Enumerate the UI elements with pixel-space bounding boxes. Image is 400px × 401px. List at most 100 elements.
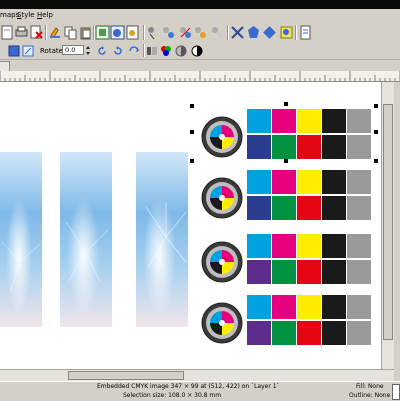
outline-indicator[interactable]: Outline: None [349, 392, 390, 399]
dandelion-image-strip[interactable] [136, 152, 188, 327]
status-message: Embedded CMYK image 347 × 99 at (512, 42… [97, 383, 280, 390]
paste-icon[interactable] [78, 25, 93, 40]
color-swatches [247, 295, 372, 347]
grayscale-icon[interactable] [175, 45, 187, 57]
contrast-icon[interactable] [191, 45, 203, 57]
yellow-swatch [297, 295, 321, 319]
green-swatch [272, 321, 296, 345]
deselect-icon[interactable] [22, 45, 34, 57]
vertical-scrollbar[interactable] [381, 82, 395, 369]
flip-horizontal-icon[interactable] [128, 45, 140, 57]
magenta-swatch [272, 295, 296, 319]
select-original-icon[interactable] [193, 25, 208, 40]
import-icon[interactable] [48, 25, 63, 40]
document-tab-row [0, 60, 400, 72]
black-swatch [322, 321, 346, 345]
delete-icon[interactable] [29, 25, 44, 40]
black-swatch [322, 260, 346, 284]
dandelion-image-strip[interactable] [60, 152, 112, 327]
gray-swatch [347, 295, 371, 319]
cmyk-logo-icon [201, 302, 243, 344]
fill-stroke-icon[interactable] [246, 25, 261, 40]
purple-swatch [247, 321, 271, 345]
yellow-swatch [297, 234, 321, 258]
document-properties-icon[interactable] [298, 25, 313, 40]
selection-handle[interactable] [284, 102, 288, 106]
copy-icon[interactable] [63, 25, 78, 40]
blue-swatch [247, 196, 271, 220]
cyan-swatch [247, 109, 271, 133]
horizontal-ruler [0, 71, 400, 82]
selection-size-text: Selection size: 108.0 × 30.8 mm [123, 392, 222, 399]
menu-item-help[interactable]: Help [37, 11, 53, 19]
fill-indicator[interactable]: Fill: None [356, 383, 384, 390]
xml-editor-icon[interactable] [279, 25, 294, 40]
style-swatch[interactable] [392, 384, 400, 400]
green-swatch [272, 135, 296, 159]
cmyk-logo-icon [201, 241, 243, 283]
rotate-ccw-icon[interactable] [96, 45, 108, 57]
cyan-swatch [247, 170, 271, 194]
rotate-cw-icon[interactable] [112, 45, 124, 57]
yellow-swatch [297, 170, 321, 194]
cmyk-test-image[interactable] [200, 295, 372, 347]
cyan-swatch [247, 295, 271, 319]
gray-swatch [347, 135, 371, 159]
blue-swatch [247, 135, 271, 159]
zoom-selection-icon[interactable] [95, 25, 110, 40]
new-document-icon[interactable] [0, 25, 15, 40]
selection-handle[interactable] [190, 104, 194, 108]
fill-color-icon[interactable] [160, 45, 172, 57]
main-toolbar [0, 22, 400, 44]
gray-swatch [347, 321, 371, 345]
magenta-swatch [272, 234, 296, 258]
selection-handle[interactable] [374, 130, 378, 134]
toolbar-separator [45, 25, 47, 40]
yellow-swatch [297, 109, 321, 133]
zoom-page-icon[interactable] [125, 25, 140, 40]
green-swatch [272, 260, 296, 284]
black-swatch [322, 170, 346, 194]
status-bar: Embedded CMYK image 347 × 99 at (512, 42… [0, 381, 400, 401]
black-swatch [322, 196, 346, 220]
color-swatches [247, 234, 372, 286]
cmyk-logo-icon [201, 177, 243, 219]
cmyk-test-image[interactable] [200, 234, 372, 286]
magenta-swatch [272, 170, 296, 194]
cmyk-test-image[interactable] [200, 109, 372, 161]
duplicate-icon[interactable] [146, 25, 161, 40]
color-swatches [247, 170, 372, 222]
red-swatch [297, 196, 321, 220]
rotate-input[interactable]: 0.0 [62, 45, 84, 55]
vertical-scroll-thumb[interactable] [383, 104, 393, 340]
gray-swatch [347, 170, 371, 194]
selection-handle[interactable] [374, 104, 378, 108]
gray-swatch [347, 260, 371, 284]
horizontal-scroll-thumb[interactable] [68, 371, 184, 380]
purple-swatch [247, 260, 271, 284]
clone-icon[interactable] [161, 25, 176, 40]
rotate-spinner[interactable] [85, 45, 91, 56]
tool-controls-bar: Rotate: 0.0 [0, 43, 400, 60]
menu-item-style[interactable]: Style [17, 11, 35, 19]
unlink-clone-icon[interactable] [178, 25, 193, 40]
toolbar-separator [295, 25, 297, 40]
cmyk-test-image[interactable] [200, 170, 372, 222]
gray-swatch [347, 109, 371, 133]
selection-handle[interactable] [190, 130, 194, 134]
black-swatch [322, 109, 346, 133]
ungroup-icon[interactable] [230, 25, 245, 40]
drawing-canvas[interactable] [0, 82, 381, 369]
selection-handle[interactable] [190, 159, 194, 163]
text-font-icon[interactable] [262, 25, 277, 40]
select-all-icon[interactable] [8, 45, 20, 57]
group-icon[interactable] [210, 25, 225, 40]
gray-swatch [347, 234, 371, 258]
red-swatch [297, 260, 321, 284]
object-to-path-icon[interactable] [146, 45, 158, 57]
title-bar [0, 0, 400, 9]
zoom-drawing-icon[interactable] [110, 25, 125, 40]
dandelion-image-strip[interactable] [0, 152, 42, 327]
print-icon[interactable] [14, 25, 29, 40]
selection-handle[interactable] [374, 159, 378, 163]
